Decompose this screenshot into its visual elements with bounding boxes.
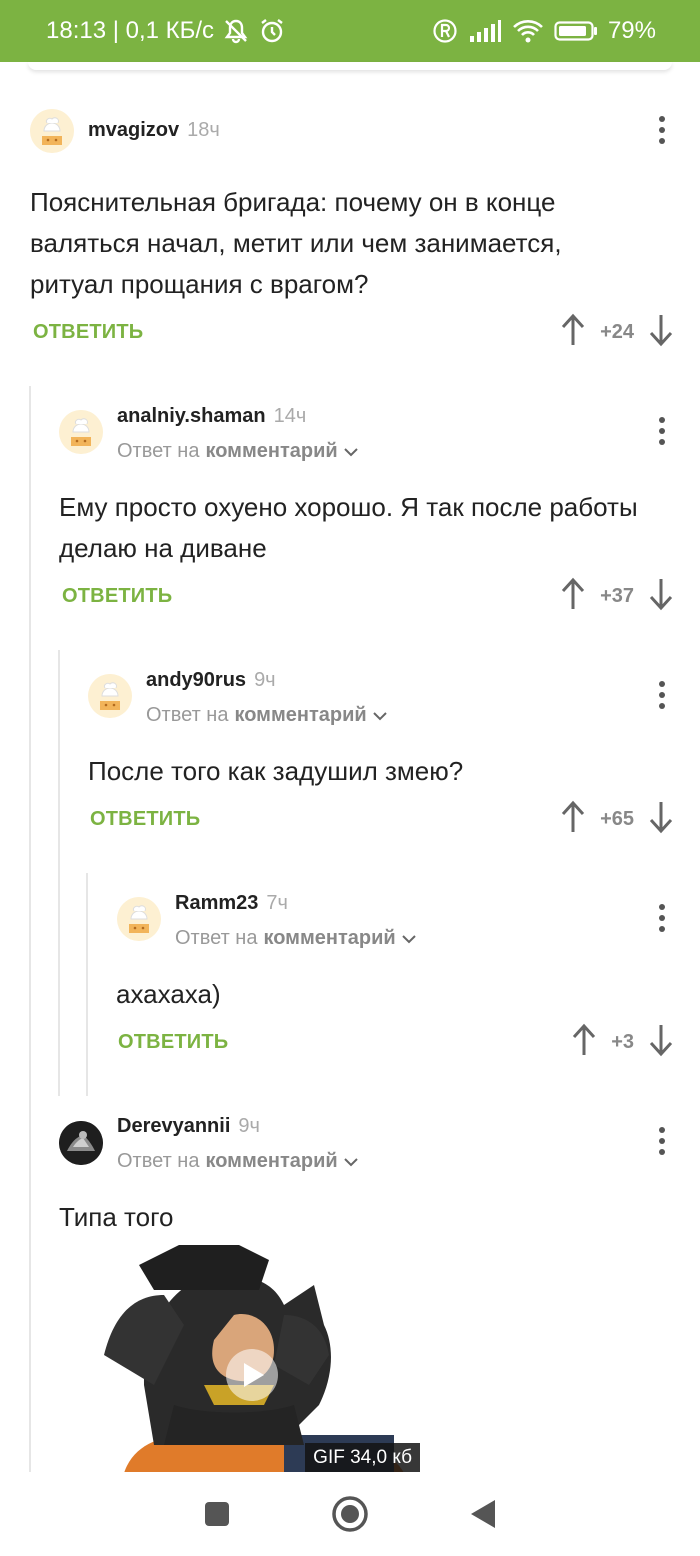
status-time: 18:13 | 0,1 КБ/с [46,17,215,44]
gif-attachment[interactable]: GIF 34,0 кб [84,1245,420,1473]
signal-icon [468,19,502,43]
author-name[interactable]: andy90rus 9ч [146,669,276,692]
back-button[interactable] [463,1494,503,1534]
rating-score: +3 [611,1030,634,1053]
chevron-down-icon [401,927,416,950]
downvote-arrow-icon[interactable] [648,800,674,839]
author-name[interactable]: mvagizov 18ч [88,119,220,142]
upvote-arrow-icon[interactable] [560,313,586,352]
author-name[interactable]: Ramm23 7ч [175,892,288,915]
vote-controls: +65 [560,800,674,839]
avatar[interactable] [59,1121,103,1165]
chevron-down-icon [343,440,358,463]
rating-score: +24 [600,320,634,343]
more-menu-icon[interactable] [657,904,667,932]
reply-to-link[interactable]: Ответ на комментарий [175,927,416,950]
avatar[interactable] [117,897,161,941]
reply-button[interactable]: ОТВЕТИТЬ [62,585,172,608]
comment-time: 9ч [254,669,276,691]
author-name[interactable]: Derevyannii 9ч [117,1115,260,1138]
reply-button[interactable]: ОТВЕТИТЬ [118,1031,228,1054]
mute-icon [222,17,250,45]
comment-time: 7ч [266,892,288,914]
avatar[interactable] [30,109,74,153]
thread-line-level-3 [86,873,88,1096]
roaming-icon [432,18,458,44]
comment-time: 18ч [187,119,220,141]
author-name[interactable]: analniy.shaman 14ч [117,405,306,428]
comment-text: Пояснительная бригада: почему он в конце… [30,187,562,299]
comment-time: 14ч [273,405,307,427]
chevron-down-icon [343,1150,358,1173]
vote-controls: +3 [571,1023,674,1062]
comment-text: Ему просто охуено хорошо. Я так после ра… [59,492,638,563]
thread-line-level-1 [29,386,31,1472]
comment-text: После того как задушил змею? [88,756,464,786]
home-button[interactable] [330,1494,370,1534]
more-menu-icon[interactable] [657,1127,667,1155]
reply-button[interactable]: ОТВЕТИТЬ [33,321,143,344]
rating-score: +65 [600,807,634,830]
reply-to-link[interactable]: Ответ на комментарий [117,440,358,463]
reply-to-link[interactable]: Ответ на комментарий [146,704,387,727]
alarm-icon [258,17,286,45]
rating-score: +37 [600,584,634,607]
reply-button[interactable]: ОТВЕТИТЬ [90,808,200,831]
battery-icon [554,20,598,42]
comment-text: ахахаха) [116,979,221,1009]
downvote-arrow-icon[interactable] [648,1023,674,1062]
avatar[interactable] [88,674,132,718]
recent-apps-button[interactable] [197,1494,237,1534]
wifi-icon [512,18,544,44]
battery-percent: 79% [607,17,656,44]
downvote-arrow-icon[interactable] [648,313,674,352]
more-menu-icon[interactable] [657,417,667,445]
vote-controls: +37 [560,577,674,616]
upvote-arrow-icon[interactable] [560,577,586,616]
chevron-down-icon [372,704,387,727]
more-menu-icon[interactable] [657,681,667,709]
comment-time: 9ч [238,1115,260,1137]
avatar[interactable] [59,410,103,454]
more-menu-icon[interactable] [657,116,667,144]
system-navigation-bar [0,1472,700,1556]
status-bar: 18:13 | 0,1 КБ/с 79% [0,0,700,62]
upvote-arrow-icon[interactable] [560,800,586,839]
downvote-arrow-icon[interactable] [648,577,674,616]
gif-size-label: GIF 34,0 кб [305,1443,420,1473]
comment-text: Типа того [59,1202,174,1232]
gif-preview-image [84,1245,420,1473]
reply-to-link[interactable]: Ответ на комментарий [117,1150,358,1173]
upvote-arrow-icon[interactable] [571,1023,597,1062]
previous-card-edge [28,62,672,70]
thread-line-level-2 [58,650,60,1096]
vote-controls: +24 [560,313,674,352]
